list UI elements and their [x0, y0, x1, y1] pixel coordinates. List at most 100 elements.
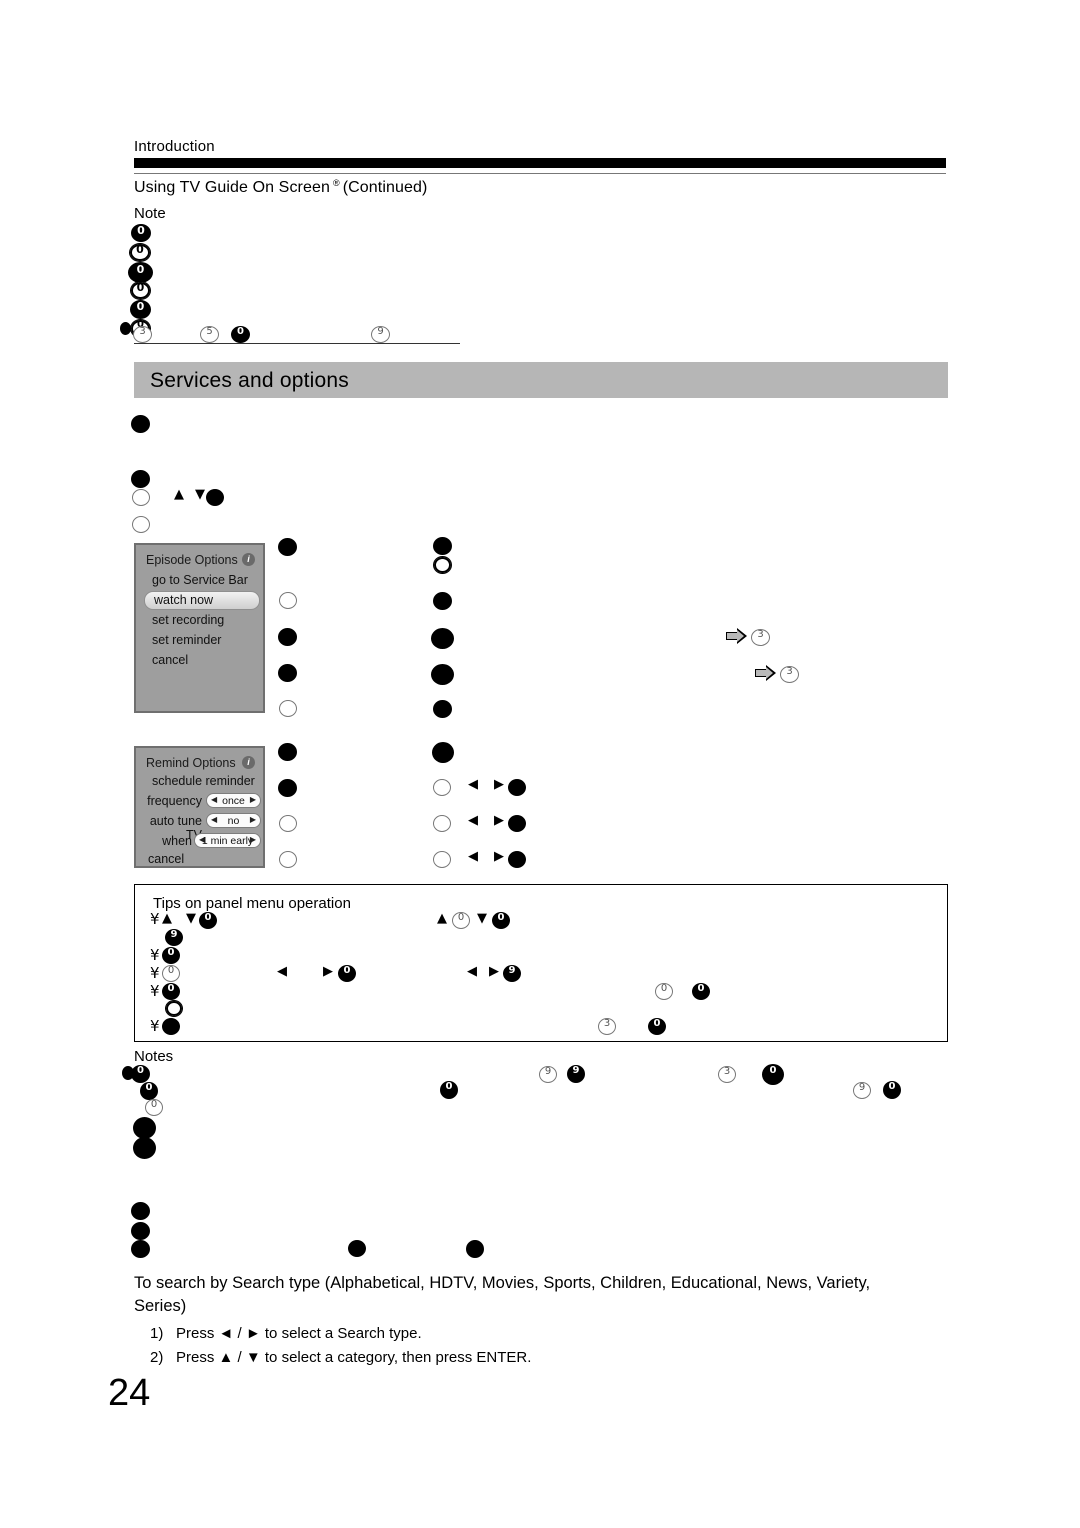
episode-options-panel[interactable]: Episode Options i go to Service Bar watc…: [134, 543, 265, 713]
auto-tune-tv-spinner[interactable]: ◀ no ▶: [206, 813, 261, 828]
left-arrow-icon: ◀: [467, 964, 477, 979]
unrendered-glyph: 9: [165, 929, 183, 946]
unrendered-glyph: [131, 470, 150, 488]
manual-page: Introduction Using TV Guide On Screen ® (C…: [0, 0, 1080, 1528]
right-arrow-icon[interactable]: ▶: [250, 835, 256, 844]
page-number: 24: [108, 1372, 151, 1414]
right-arrow-icon: ▶: [323, 964, 333, 979]
left-arrow-icon: ◀: [468, 813, 478, 828]
unrendered-marker: [433, 779, 451, 796]
when-spinner[interactable]: ◀ 1 min early ▶: [194, 833, 261, 848]
unrendered-glyph: [431, 664, 454, 685]
down-arrow-icon: ▼: [186, 911, 196, 926]
down-arrow-icon: ▼: [195, 487, 205, 502]
unrendered-marker: [279, 592, 297, 609]
info-icon[interactable]: i: [242, 553, 255, 566]
left-right-arrow-icon: ◄ / ►: [218, 1325, 261, 1342]
registered-trademark-icon: ®: [332, 178, 340, 188]
unrendered-glyph: 0: [162, 983, 180, 1000]
right-arrow-icon[interactable]: ▶: [250, 815, 256, 824]
unrendered-glyph: 0: [162, 947, 180, 964]
unrendered-marker: [433, 851, 451, 868]
unrendered-glyph: [278, 538, 297, 556]
frequency-spinner[interactable]: ◀ once ▶: [206, 793, 261, 808]
step-text-after: to select a category, then press ENTER.: [264, 1349, 532, 1366]
unrendered-glyph: 0: [130, 281, 151, 300]
unrendered-glyph: 0: [883, 1081, 901, 1099]
up-arrow-icon: ▲: [174, 487, 184, 502]
info-icon[interactable]: i: [242, 756, 255, 769]
right-arrow-icon: ▶: [494, 813, 504, 828]
unrendered-glyph: [131, 1202, 150, 1220]
unrendered-glyph: 0: [692, 983, 710, 1000]
right-arrow-icon: ▶: [494, 849, 504, 864]
right-arrow-icon: ▶: [494, 777, 504, 792]
right-arrow-head-fill: [737, 630, 744, 642]
unrendered-glyph: [508, 815, 526, 832]
unrendered-glyph: [206, 489, 224, 506]
unrendered-glyph: 0: [131, 224, 151, 242]
services-section-header: Services and options: [134, 362, 948, 398]
unrendered-marker: 0: [452, 912, 470, 929]
unrendered-marker: 3: [598, 1018, 616, 1035]
page-ref-marker: 3: [751, 629, 770, 646]
unrendered-glyph: 0: [129, 243, 151, 262]
tips-box-title: Tips on panel menu operation: [153, 895, 351, 912]
unrendered-glyph: [433, 537, 452, 555]
right-arrow-icon: ▶: [489, 964, 499, 979]
right-arrow-head-fill: [766, 667, 773, 679]
unrendered-glyph: 0: [128, 262, 153, 283]
header-thin-rule: [134, 173, 946, 174]
menu-item-set-reminder[interactable]: set reminder: [152, 633, 221, 647]
unrendered-glyph: [133, 1117, 156, 1139]
note-heading: Note: [134, 205, 166, 222]
search-step-2: 2) Press ▲ / ▼ to select a category, then…: [150, 1346, 850, 1370]
unrendered-glyph: [131, 415, 150, 433]
unrendered-marker: [279, 815, 297, 832]
left-arrow-icon: ◀: [277, 964, 287, 979]
bullet-glyph: ¥: [150, 1017, 160, 1035]
unrendered-glyph: 0: [130, 300, 151, 319]
menu-item-go-to-service-bar[interactable]: go to Service Bar: [152, 573, 248, 587]
menu-item-watch-now[interactable]: watch now: [144, 591, 260, 610]
header-black-bar: [134, 158, 946, 168]
unrendered-marker: [132, 516, 150, 533]
remind-options-panel[interactable]: Remind Options i schedule reminder frequ…: [134, 746, 265, 868]
unrendered-marker: 0: [231, 326, 250, 343]
unrendered-glyph: [278, 743, 297, 761]
step-text-before: Press: [176, 1349, 215, 1366]
right-arrow-icon[interactable]: ▶: [250, 795, 256, 804]
menu-item-cancel[interactable]: cancel: [148, 852, 184, 866]
menu-item-schedule-reminder[interactable]: schedule reminder: [152, 774, 255, 788]
remind-options-title: Remind Options: [146, 756, 236, 770]
unrendered-glyph: [433, 700, 452, 718]
note-underline: [134, 343, 460, 344]
unrendered-marker: 3: [133, 326, 152, 343]
unrendered-glyph: [433, 556, 452, 574]
unrendered-glyph: [162, 1018, 180, 1035]
bullet-glyph: ¥: [150, 982, 160, 1000]
step-number: 1): [150, 1325, 164, 1342]
left-arrow-icon: ◀: [468, 849, 478, 864]
menu-item-cancel[interactable]: cancel: [152, 653, 188, 667]
search-type-heading: To search by Search type (Alphabetical, …: [134, 1274, 871, 1315]
menu-item-watch-now-label: watch now: [154, 593, 214, 607]
search-type-steps: 1) Press ◄ / ► to select a Search type. 2…: [150, 1322, 850, 1370]
unrendered-glyph: [432, 742, 454, 763]
unrendered-glyph: [131, 1222, 150, 1240]
unrendered-marker: 3: [718, 1066, 736, 1083]
unrendered-glyph-small: [120, 322, 131, 335]
menu-item-set-recording[interactable]: set recording: [152, 613, 224, 627]
unrendered-glyph: 9: [503, 965, 521, 982]
page-ref-arrow-1: [726, 628, 748, 644]
unrendered-glyph: [508, 779, 526, 796]
unrendered-marker: 9: [371, 326, 390, 343]
step-text-after: to select a Search type.: [264, 1325, 422, 1342]
unrendered-glyph: [131, 1240, 150, 1258]
unrendered-glyph: 0: [440, 1081, 458, 1099]
unrendered-glyph: 0: [140, 1082, 158, 1100]
unrendered-glyph: [133, 1137, 156, 1159]
search-step-1: 1) Press ◄ / ► to select a Search type.: [150, 1322, 850, 1346]
unrendered-marker: 9: [853, 1082, 871, 1099]
unrendered-glyph: 0: [492, 912, 510, 929]
